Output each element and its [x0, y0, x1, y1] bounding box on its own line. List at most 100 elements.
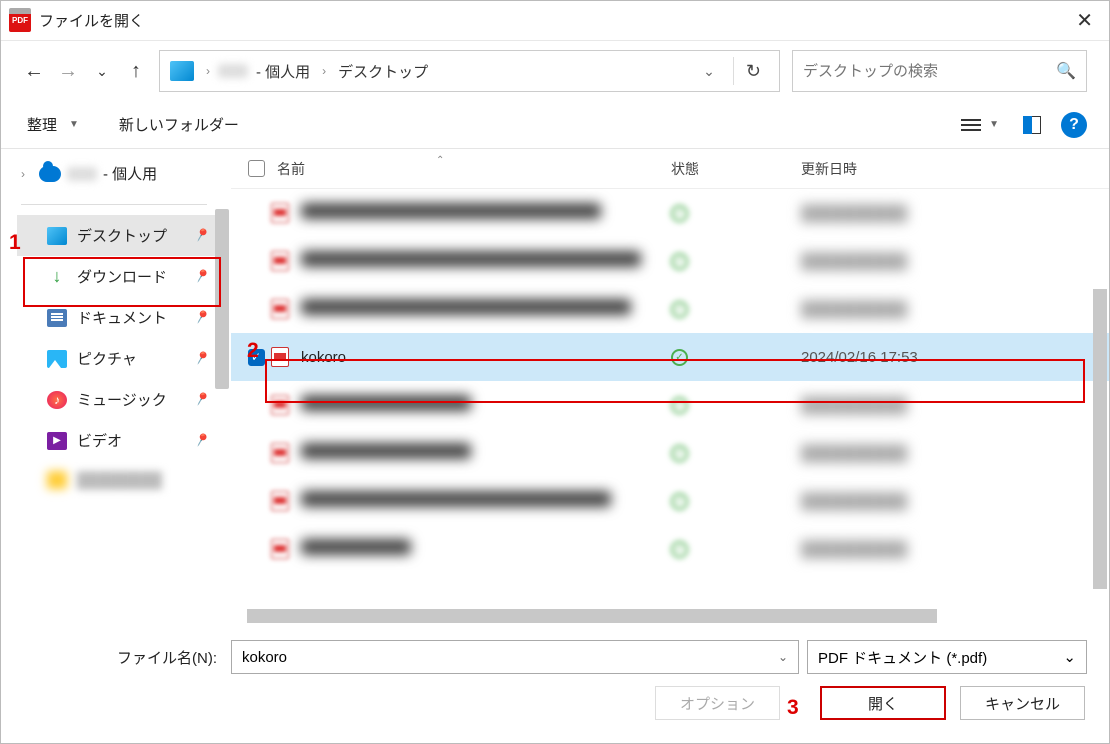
column-header-date[interactable]: 更新日時 — [801, 159, 1099, 179]
status-ok-icon: ✓ — [671, 445, 688, 462]
sidebar-item-label: ████████ — [77, 472, 162, 489]
file-row-blurred[interactable]: ✓ ██████████ — [231, 429, 1109, 477]
toolbar: 整理 ▼ 新しいフォルダー ▼ ? — [1, 101, 1109, 149]
up-button[interactable]: ↑ — [125, 58, 147, 84]
pin-icon[interactable]: 📍 — [190, 348, 212, 370]
file-row-blurred[interactable]: ✓ ██████████ — [231, 285, 1109, 333]
search-box[interactable]: 🔍 — [792, 50, 1087, 92]
sidebar-divider — [21, 204, 207, 205]
sidebar: › - 個人用 デスクトップ 📍 ↓ ダウンロード 📍 ドキュメント 📍 ピクチ… — [1, 149, 231, 625]
annotation-1: 1 — [9, 231, 21, 255]
status-ok-icon: ✓ — [671, 541, 688, 558]
sidebar-item-label: ミュージック — [77, 389, 167, 410]
videos-icon: ▶ — [47, 432, 67, 450]
path-root-suffix[interactable]: - 個人用 — [252, 59, 314, 84]
status-ok-icon: ✓ — [671, 253, 688, 270]
pdf-icon — [271, 251, 289, 271]
sidebar-item-label: ビデオ — [77, 430, 122, 451]
pictures-icon — [47, 350, 67, 368]
file-row-selected[interactable]: ✓ kokoro ✓ 2024/02/16 17:53 — [231, 333, 1109, 381]
organize-caret-icon[interactable]: ▼ — [69, 119, 79, 130]
vertical-scrollbar[interactable] — [1093, 289, 1107, 589]
sidebar-root-suffix: - 個人用 — [103, 163, 157, 184]
forward-button[interactable]: → — [57, 58, 79, 84]
select-all-checkbox[interactable] — [241, 160, 271, 177]
chevron-down-icon[interactable]: ⌄ — [1063, 648, 1076, 666]
chevron-down-icon[interactable]: ⌄ — [778, 650, 788, 664]
file-list-area: 名前 ⌃ 状態 更新日時 ✓ ██████████ ✓ ██████████ — [231, 149, 1109, 625]
column-header-name[interactable]: 名前 ⌃ — [271, 159, 671, 179]
file-row-blurred[interactable]: ✓ ██████████ — [231, 477, 1109, 525]
path-root-blurred — [218, 64, 248, 78]
status-ok-icon: ✓ — [671, 397, 688, 414]
annotation-2: 2 — [247, 339, 259, 363]
pin-icon[interactable]: 📍 — [190, 225, 212, 247]
folder-icon — [47, 471, 67, 489]
file-row-blurred[interactable]: ✓ ██████████ — [231, 189, 1109, 237]
music-icon: ♪ — [47, 391, 67, 409]
filetype-value: PDF ドキュメント (*.pdf) — [818, 647, 1063, 668]
titlebar: PDF ファイルを開く ✕ — [1, 1, 1109, 41]
back-button[interactable]: ← — [23, 58, 45, 84]
onedrive-icon — [39, 166, 61, 182]
filename-input[interactable]: kokoro ⌄ — [231, 640, 799, 674]
sidebar-item-label: ドキュメント — [77, 307, 167, 328]
pin-icon[interactable]: 📍 — [190, 266, 212, 288]
path-dropdown-icon[interactable]: ⌄ — [693, 63, 725, 80]
file-row-blurred[interactable]: ✓ ██████████ — [231, 525, 1109, 573]
file-list: ✓ ██████████ ✓ ██████████ ✓ ██████████ ✓ — [231, 189, 1109, 573]
horizontal-scrollbar[interactable] — [247, 609, 1089, 623]
pdf-icon — [271, 539, 289, 559]
help-button[interactable]: ? — [1061, 112, 1087, 138]
list-header: 名前 ⌃ 状態 更新日時 — [231, 149, 1109, 189]
preview-pane-button[interactable] — [1023, 116, 1041, 134]
sidebar-item-pictures[interactable]: ピクチャ 📍 — [17, 338, 217, 379]
options-button[interactable]: オプション — [655, 686, 780, 720]
desktop-icon — [47, 227, 67, 245]
navbar: ← → ⌄ ↑ › - 個人用 › デスクトップ ⌄ ↻ 🔍 — [1, 41, 1109, 101]
refresh-button[interactable]: ↻ — [733, 57, 773, 85]
sidebar-item-blurred[interactable]: ████████ — [17, 461, 217, 499]
path-current[interactable]: デスクトップ — [334, 59, 432, 84]
sidebar-root-onedrive[interactable]: › - 個人用 — [17, 157, 231, 190]
sidebar-item-label: ダウンロード — [77, 266, 167, 287]
pdf-icon — [271, 299, 289, 319]
file-name: kokoro — [301, 349, 671, 366]
file-row-blurred[interactable]: ✓ ██████████ — [231, 381, 1109, 429]
sidebar-item-downloads[interactable]: ↓ ダウンロード 📍 — [17, 256, 217, 297]
pdf-icon — [271, 203, 289, 223]
address-bar[interactable]: › - 個人用 › デスクトップ ⌄ ↻ — [159, 50, 780, 92]
location-icon — [170, 61, 194, 81]
filename-label: ファイル名(N): — [23, 647, 223, 668]
new-folder-button[interactable]: 新しいフォルダー — [115, 110, 243, 139]
pin-icon[interactable]: 📍 — [190, 307, 212, 329]
sidebar-item-videos[interactable]: ▶ ビデオ 📍 — [17, 420, 217, 461]
view-mode-button[interactable]: ▼ — [961, 119, 999, 131]
sidebar-item-music[interactable]: ♪ ミュージック 📍 — [17, 379, 217, 420]
path-separator-icon: › — [318, 64, 330, 78]
pdf-icon — [271, 347, 289, 367]
file-row-blurred[interactable]: ✓ ██████████ — [231, 237, 1109, 285]
path-separator-icon: › — [202, 64, 214, 78]
sidebar-item-label: デスクトップ — [77, 225, 167, 246]
status-ok-icon: ✓ — [671, 349, 688, 366]
recent-locations-button[interactable]: ⌄ — [91, 58, 113, 84]
filetype-select[interactable]: PDF ドキュメント (*.pdf) ⌄ — [807, 640, 1087, 674]
sidebar-scrollbar[interactable] — [215, 209, 229, 389]
organize-button[interactable]: 整理 — [23, 110, 61, 139]
footer: ファイル名(N): kokoro ⌄ PDF ドキュメント (*.pdf) ⌄ … — [1, 625, 1109, 726]
column-header-status[interactable]: 状態 — [671, 159, 801, 179]
chevron-right-icon: › — [21, 167, 33, 181]
cancel-button[interactable]: キャンセル — [960, 686, 1085, 720]
sidebar-item-label: ピクチャ — [77, 348, 137, 369]
search-input[interactable] — [803, 63, 1056, 80]
status-ok-icon: ✓ — [671, 301, 688, 318]
pin-icon[interactable]: 📍 — [190, 389, 212, 411]
sidebar-item-documents[interactable]: ドキュメント 📍 — [17, 297, 217, 338]
sidebar-item-desktop[interactable]: デスクトップ 📍 — [17, 215, 217, 256]
open-button[interactable]: 開く — [820, 686, 946, 720]
main-area: › - 個人用 デスクトップ 📍 ↓ ダウンロード 📍 ドキュメント 📍 ピクチ… — [1, 149, 1109, 625]
pin-icon[interactable]: 📍 — [190, 430, 212, 452]
chevron-down-icon: ▼ — [989, 119, 999, 130]
close-button[interactable]: ✕ — [1068, 4, 1101, 37]
